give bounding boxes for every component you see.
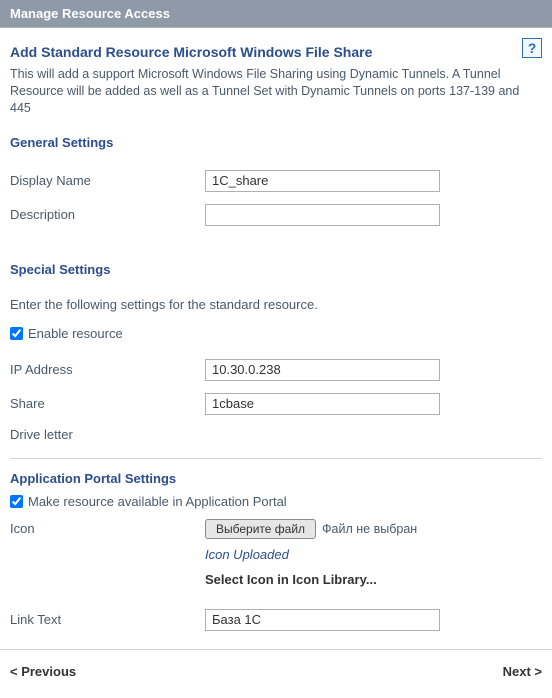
share-label: Share <box>10 396 205 411</box>
link-text-input[interactable] <box>205 609 440 631</box>
portal-available-checkbox[interactable] <box>10 495 23 508</box>
choose-file-button[interactable]: Выберите файл <box>205 519 316 539</box>
portal-available-label: Make resource available in Application P… <box>28 494 287 509</box>
previous-button[interactable]: < Previous <box>10 664 76 679</box>
ip-address-label: IP Address <box>10 362 205 377</box>
next-button[interactable]: Next > <box>503 664 542 679</box>
page-heading: Add Standard Resource Microsoft Windows … <box>10 44 372 60</box>
display-name-input[interactable] <box>205 170 440 192</box>
file-status-text: Файл не выбран <box>322 522 417 536</box>
description-input[interactable] <box>205 204 440 226</box>
section-portal-heading: Application Portal Settings <box>10 471 542 486</box>
section-special-heading: Special Settings <box>10 262 542 277</box>
share-input[interactable] <box>205 393 440 415</box>
divider <box>10 458 542 459</box>
enable-resource-checkbox[interactable] <box>10 327 23 340</box>
help-icon[interactable]: ? <box>522 38 542 58</box>
drive-letter-label: Drive letter <box>10 427 205 442</box>
window-title: Manage Resource Access <box>0 0 552 28</box>
section-general-heading: General Settings <box>10 135 542 150</box>
icon-label: Icon <box>10 521 205 536</box>
special-subtext: Enter the following settings for the sta… <box>10 297 542 312</box>
description-label: Description <box>10 207 205 222</box>
display-name-label: Display Name <box>10 173 205 188</box>
icon-uploaded-link[interactable]: Icon Uploaded <box>205 547 542 562</box>
select-icon-library-link[interactable]: Select Icon in Icon Library... <box>205 572 542 587</box>
link-text-label: Link Text <box>10 612 205 627</box>
intro-text: This will add a support Microsoft Window… <box>10 66 542 117</box>
ip-address-input[interactable] <box>205 359 440 381</box>
enable-resource-label: Enable resource <box>28 326 123 341</box>
